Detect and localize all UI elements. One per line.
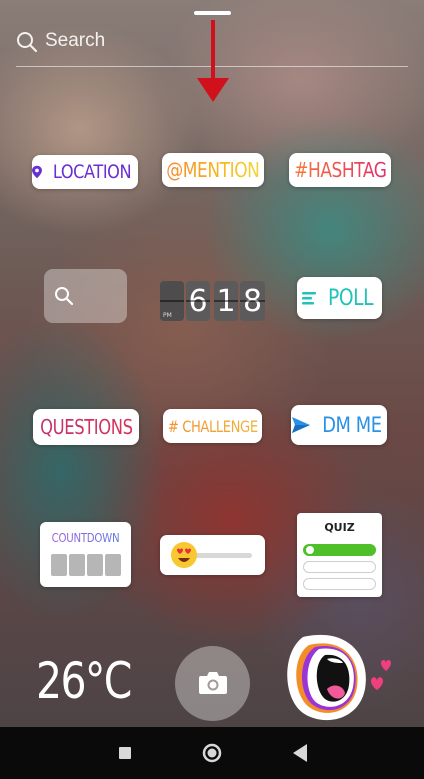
check-icon: [306, 546, 314, 554]
poll-label: POLL: [327, 285, 374, 311]
countdown-digit-box: [51, 554, 67, 576]
heart-eyes-emoji-icon: [171, 542, 197, 568]
quiz-label: QUIZ: [324, 521, 355, 534]
drag-handle[interactable]: [194, 11, 231, 15]
quiz-correct-option: [303, 544, 376, 556]
search-icon: [17, 32, 38, 53]
countdown-sticker[interactable]: COUNTDOWN: [40, 522, 131, 587]
mention-label: @MENTION: [166, 158, 260, 182]
clock-hour-tile: PM: [160, 281, 184, 321]
dm-me-sticker[interactable]: DM ME: [291, 405, 387, 445]
quiz-option: [303, 561, 376, 573]
location-pin-icon: [32, 165, 42, 179]
screaming-mouth-sticker[interactable]: [285, 633, 395, 725]
questions-label: QUESTIONS: [39, 415, 133, 439]
triangle-back-icon[interactable]: [293, 744, 307, 762]
countdown-digit-box: [87, 554, 103, 576]
slider-track: [194, 553, 252, 558]
clock-meridiem: PM: [163, 312, 172, 319]
clock-hour-digit: 6: [186, 281, 210, 321]
countdown-digit-box: [69, 554, 85, 576]
location-sticker[interactable]: LOCATION: [32, 155, 138, 189]
countdown-label: COUNTDOWN: [47, 531, 124, 545]
circle-icon[interactable]: [202, 743, 222, 763]
paper-plane-icon: [292, 417, 311, 433]
system-navigation-bar: [0, 727, 424, 779]
blurred-background: [0, 0, 424, 727]
clock-minute-ones: 8: [240, 281, 265, 321]
search-placeholder: Search: [45, 30, 106, 51]
search-icon: [55, 287, 74, 306]
challenge-label: # CHALLENGE: [167, 416, 258, 436]
camera-icon: [199, 672, 227, 694]
questions-sticker[interactable]: QUESTIONS: [33, 409, 139, 445]
hashtag-sticker[interactable]: #HASHTAG: [289, 153, 391, 187]
quiz-sticker[interactable]: QUIZ: [297, 513, 382, 597]
quiz-option: [303, 578, 376, 590]
square-icon[interactable]: [119, 747, 131, 759]
gif-search-sticker[interactable]: [44, 269, 127, 323]
temperature-sticker[interactable]: 26°C: [36, 652, 132, 710]
camera-button[interactable]: [175, 646, 250, 721]
down-arrow-annotation: [197, 20, 229, 102]
poll-lines-icon: [301, 292, 316, 305]
countdown-digit-box: [105, 554, 121, 576]
time-sticker[interactable]: PM 6 1 8: [160, 281, 265, 321]
hashtag-label: #HASHTAG: [293, 158, 387, 182]
challenge-sticker[interactable]: # CHALLENGE: [163, 409, 262, 443]
clock-minute-tens: 1: [214, 281, 238, 321]
dm-me-label: DM ME: [322, 413, 382, 437]
location-label: LOCATION: [52, 161, 132, 183]
poll-sticker[interactable]: POLL: [297, 277, 382, 319]
mention-sticker[interactable]: @MENTION: [162, 153, 264, 187]
emoji-slider-sticker[interactable]: [160, 535, 265, 575]
